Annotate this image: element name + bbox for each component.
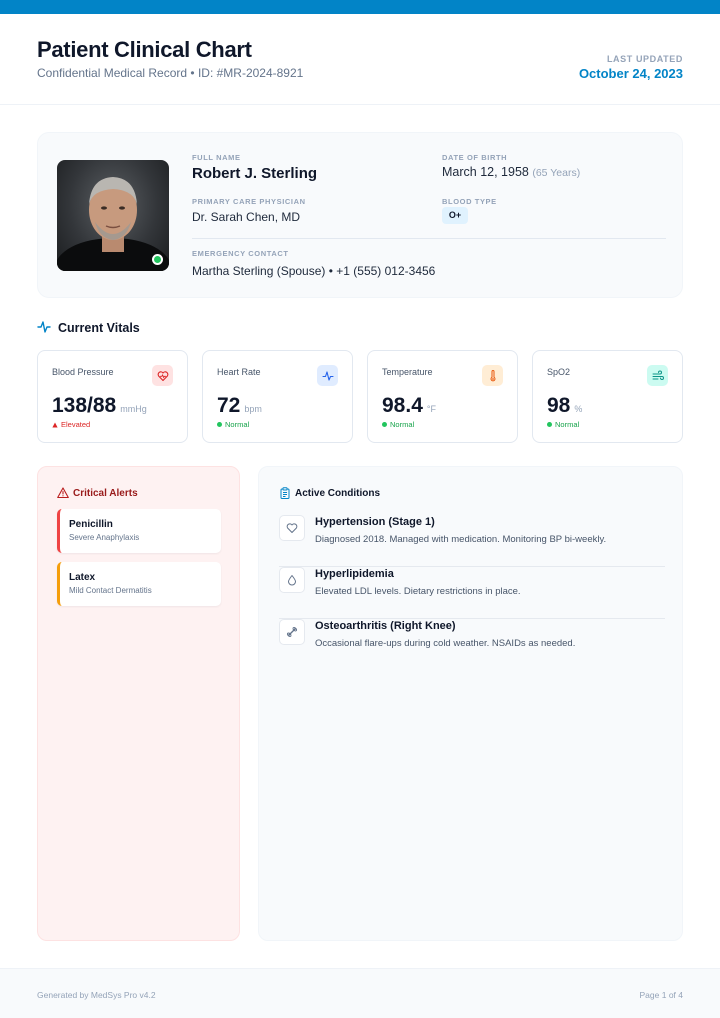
vital-value: 138/88 mmHg — [52, 394, 147, 418]
condition-desc: Diagnosed 2018. Managed with medication.… — [315, 534, 607, 545]
dob-label: DATE OF BIRTH — [442, 153, 508, 162]
last-updated-value: October 24, 2023 — [578, 66, 683, 81]
warning-icon — [57, 487, 69, 499]
vital-unit: °F — [426, 404, 436, 414]
vital-status: Normal — [382, 420, 414, 429]
condition-desc: Elevated LDL levels. Dietary restriction… — [315, 586, 521, 597]
condition-name: Hyperlipidemia — [315, 568, 394, 580]
vital-card-blood-pressure: Blood Pressure 138/88 mmHg Elevated — [37, 350, 188, 443]
vital-value: 98.4 °F — [382, 394, 436, 418]
condition-name: Osteoarthritis (Right Knee) — [315, 620, 456, 632]
vital-status: Normal — [547, 420, 579, 429]
pcp-value: Dr. Sarah Chen, MD — [192, 210, 301, 224]
card-divider — [192, 238, 666, 239]
page-subtitle: Confidential Medical Record • ID: #MR-20… — [37, 66, 304, 80]
footer-page-number: Page 1 of 4 — [639, 990, 683, 1000]
condition-name: Hypertension (Stage 1) — [315, 516, 435, 528]
vital-unit: bpm — [244, 404, 262, 414]
footer-generator: Generated by MedSys Pro v4.2 — [37, 990, 156, 1000]
pcp-label: PRIMARY CARE PHYSICIAN — [192, 197, 306, 206]
status-dot — [547, 422, 552, 427]
triangle-up-icon — [52, 422, 58, 427]
vital-unit: mmHg — [120, 404, 147, 414]
alert-desc: Severe Anaphylaxis — [69, 533, 140, 542]
vital-number: 98 — [547, 394, 571, 417]
activity-icon — [37, 321, 51, 333]
alert-name: Penicillin — [69, 519, 113, 530]
critical-alerts-panel: Critical Alerts Penicillin Severe Anaphy… — [37, 466, 240, 941]
page-footer: Generated by MedSys Pro v4.2 Page 1 of 4 — [0, 968, 720, 1018]
emergency-contact-label: EMERGENCY CONTACT — [192, 249, 289, 258]
vital-label: SpO2 — [547, 367, 571, 377]
vital-unit: % — [574, 404, 583, 414]
patient-name: Robert J. Sterling — [192, 165, 318, 182]
alerts-title: Critical Alerts — [73, 488, 138, 499]
alert-desc: Mild Contact Dermatitis — [69, 586, 152, 595]
vital-value: 98% — [547, 394, 582, 418]
conditions-title: Active Conditions — [295, 488, 381, 499]
age-text: (65 Years) — [532, 167, 581, 179]
dob-text: March 12, 1958 — [442, 165, 529, 179]
vital-status-text: Normal — [555, 420, 580, 429]
vital-number: 138/88 — [52, 394, 117, 417]
online-status-dot — [152, 254, 163, 265]
alert-item-latex: Latex Mild Contact Dermatitis — [57, 562, 221, 606]
page-header: Patient Clinical Chart Confidential Medi… — [0, 14, 720, 105]
dob-value: March 12, 1958 (65 Years) — [442, 165, 580, 179]
alert-name: Latex — [69, 572, 96, 583]
status-dot — [217, 422, 222, 427]
pulse-icon — [317, 365, 338, 386]
vital-value: 72 bpm — [217, 394, 262, 418]
thermometer-icon — [482, 365, 503, 386]
vital-status-text: Elevated — [61, 420, 91, 429]
active-conditions-panel: Active Conditions Hypertension (Stage 1)… — [258, 466, 683, 941]
vital-number: 72 — [217, 394, 241, 417]
vital-card-temperature: Temperature 98.4 °F Normal — [367, 350, 518, 443]
vitals-section-title: Current Vitals — [58, 321, 140, 335]
vital-label: Heart Rate — [217, 367, 261, 377]
heart-outline-icon — [279, 515, 305, 541]
vital-status-text: Normal — [225, 420, 250, 429]
condition-desc: Occasional flare-ups during cold weather… — [315, 638, 576, 649]
heart-icon — [152, 365, 173, 386]
alert-item-penicillin: Penicillin Severe Anaphylaxis — [57, 509, 221, 553]
full-name-label: FULL NAME — [192, 153, 241, 162]
top-accent-bar — [0, 0, 720, 14]
status-dot — [382, 422, 387, 427]
droplet-icon — [279, 567, 305, 593]
condition-row-osteoarthritis: Osteoarthritis (Right Knee) Occasional f… — [279, 619, 665, 671]
last-updated-label: LAST UPDATED — [606, 54, 683, 64]
emergency-contact-value: Martha Sterling (Spouse) • +1 (555) 012-… — [192, 264, 436, 278]
vital-status: Normal — [217, 420, 249, 429]
bone-icon — [279, 619, 305, 645]
vital-label: Temperature — [382, 367, 433, 377]
vital-label: Blood Pressure — [52, 367, 114, 377]
vital-status-text: Normal — [390, 420, 415, 429]
vital-card-spo2: SpO2 98% Normal — [532, 350, 683, 443]
patient-photo — [57, 160, 169, 271]
condition-row-hyperlipidemia: Hyperlipidemia Elevated LDL levels. Diet… — [279, 567, 665, 619]
blood-type-label: BLOOD TYPE — [442, 197, 497, 206]
condition-row-hypertension: Hypertension (Stage 1) Diagnosed 2018. M… — [279, 515, 665, 567]
patient-info-card: FULL NAME Robert J. Sterling DATE OF BIR… — [37, 132, 683, 298]
blood-type-badge: O+ — [442, 207, 468, 224]
vital-number: 98.4 — [382, 394, 423, 417]
vital-card-heart-rate: Heart Rate 72 bpm Normal — [202, 350, 353, 443]
wind-icon — [647, 365, 668, 386]
page-title: Patient Clinical Chart — [37, 37, 252, 62]
clipboard-icon — [280, 487, 290, 499]
vital-status: Elevated — [52, 420, 90, 429]
